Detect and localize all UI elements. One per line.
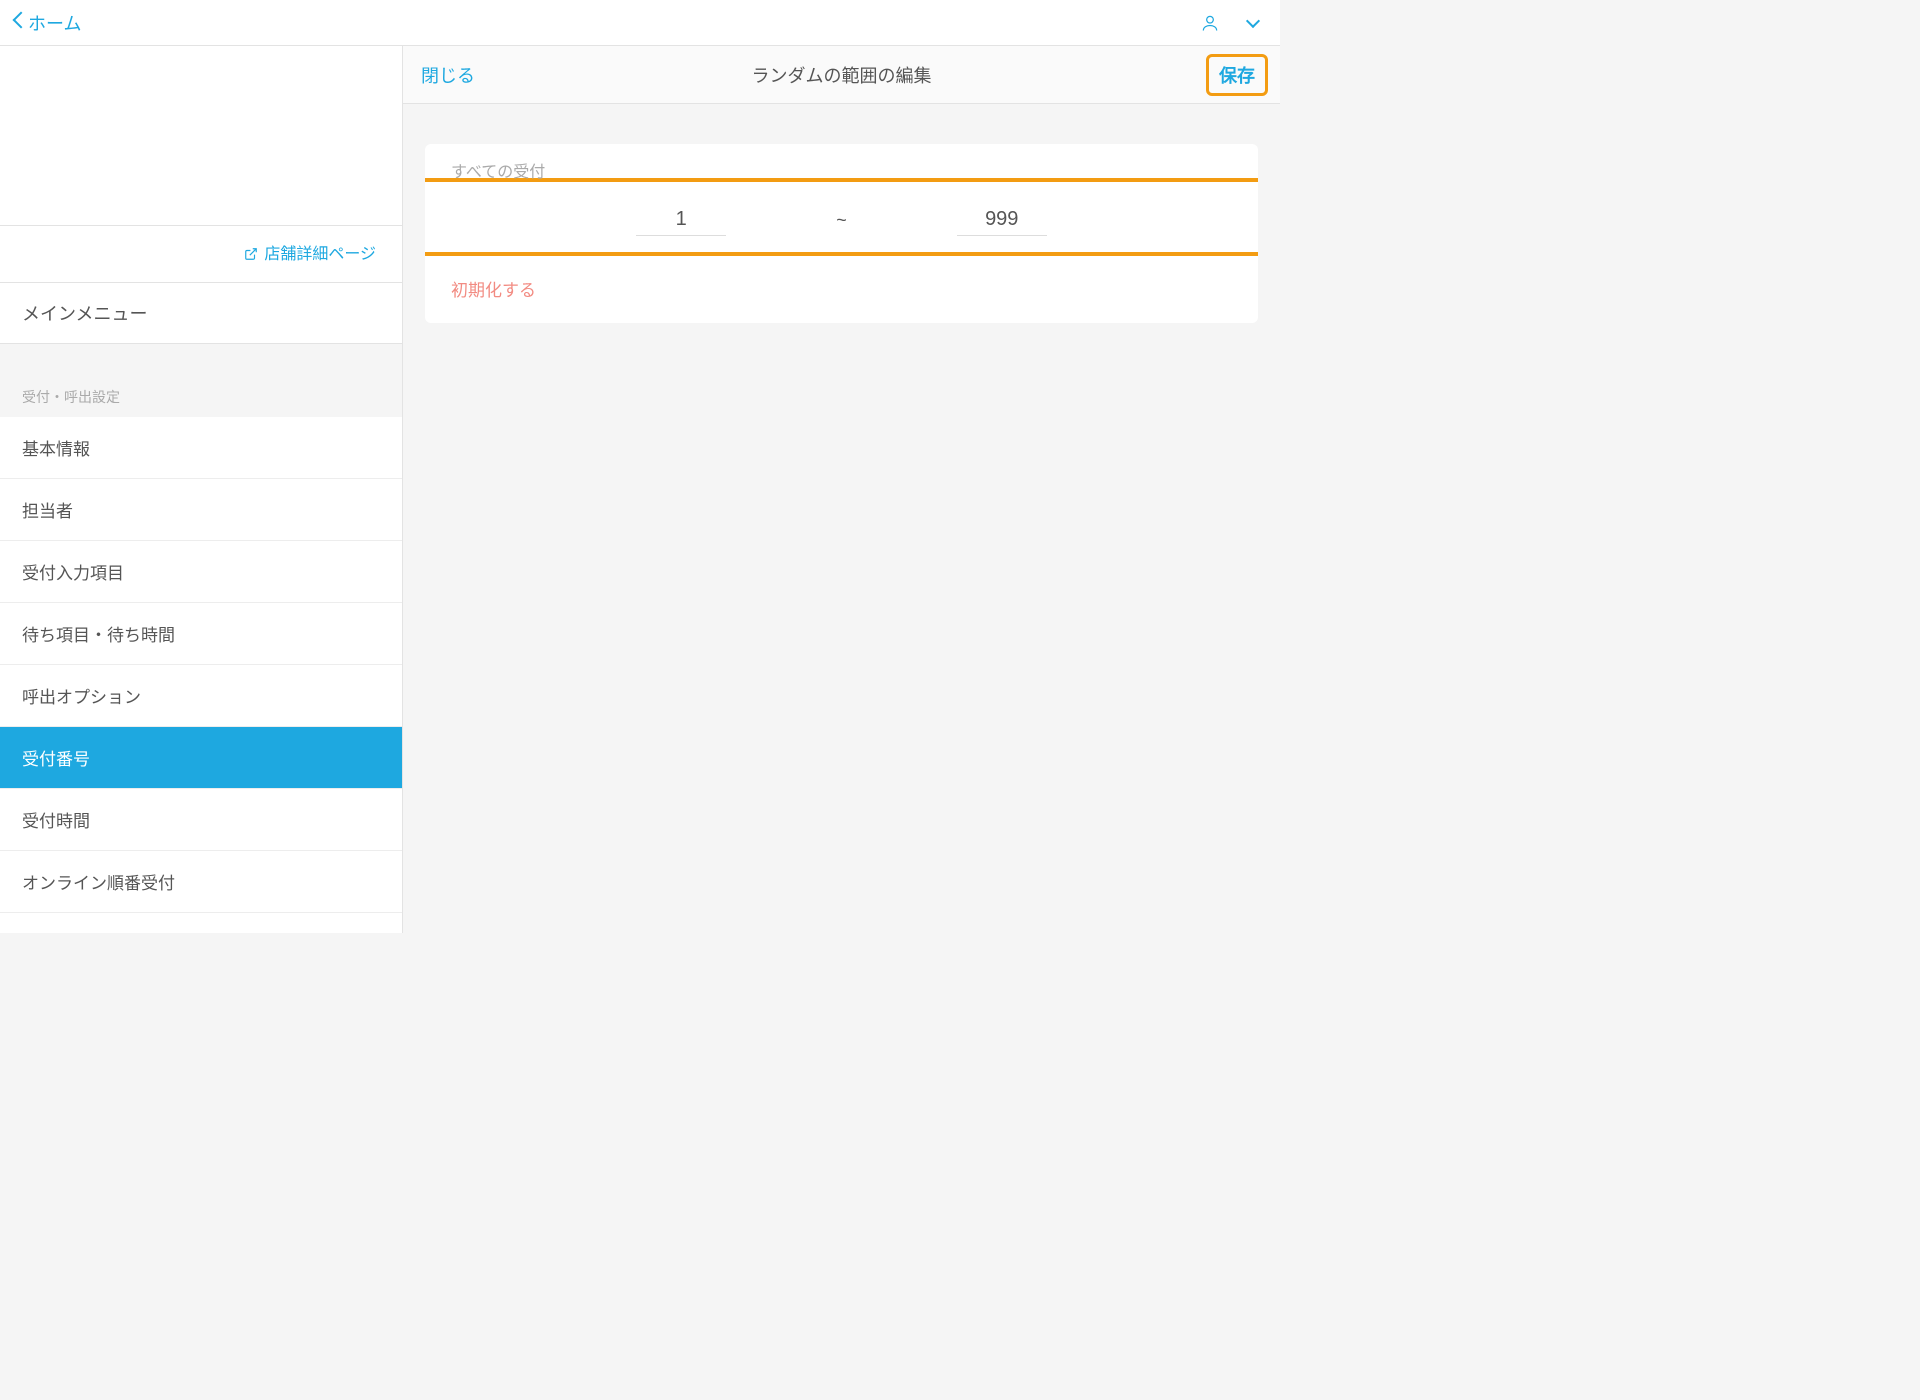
top-header: ホーム [0, 0, 1280, 46]
range-from-input[interactable] [636, 204, 726, 236]
range-row: ~ [425, 182, 1258, 252]
user-icon[interactable] [1200, 12, 1220, 34]
sidebar-item-8[interactable]: レストランボード連携 [0, 913, 402, 933]
sidebar-section-label: 受付・呼出設定 [0, 345, 402, 417]
sidebar-item-5[interactable]: 受付番号 [0, 727, 402, 789]
content-title: ランダムの範囲の編集 [752, 62, 932, 88]
reset-button[interactable]: 初期化する [425, 256, 1258, 323]
sidebar-item-2[interactable]: 受付入力項目 [0, 541, 402, 603]
panel-label: すべての受付 [425, 144, 1258, 182]
back-label: ホーム [28, 10, 81, 36]
chevron-left-icon [12, 14, 24, 32]
content-header: 閉じる ランダムの範囲の編集 保存 [403, 46, 1280, 104]
sidebar-item-1[interactable]: 担当者 [0, 479, 402, 541]
sidebar-item-7[interactable]: オンライン順番受付 [0, 851, 402, 913]
content: 閉じる ランダムの範囲の編集 保存 すべての受付 ~ 初期化する [403, 46, 1280, 933]
store-detail-label: 店舗詳細ページ [264, 246, 376, 263]
chevron-down-icon[interactable] [1248, 18, 1262, 28]
sidebar-item-6[interactable]: 受付時間 [0, 789, 402, 851]
range-separator: ~ [836, 210, 847, 231]
save-button[interactable]: 保存 [1211, 60, 1263, 92]
sidebar-item-4[interactable]: 呼出オプション [0, 665, 402, 727]
sidebar-main-menu[interactable]: メインメニュー [0, 283, 402, 344]
range-panel: すべての受付 ~ 初期化する [425, 144, 1258, 323]
save-highlight: 保存 [1206, 54, 1268, 96]
external-link-icon [244, 247, 258, 266]
range-to-input[interactable] [957, 204, 1047, 236]
sidebar-blank [0, 46, 402, 226]
close-button[interactable]: 閉じる [421, 62, 475, 88]
sidebar-item-0[interactable]: 基本情報 [0, 417, 402, 479]
header-right [1200, 12, 1262, 34]
store-detail-link[interactable]: 店舗詳細ページ [0, 226, 402, 283]
sidebar: 店舗詳細ページ メインメニュー 受付・呼出設定 基本情報担当者受付入力項目待ち項… [0, 46, 403, 933]
range-row-highlight: ~ [425, 178, 1258, 256]
back-button[interactable]: ホーム [12, 10, 81, 36]
sidebar-item-3[interactable]: 待ち項目・待ち時間 [0, 603, 402, 665]
